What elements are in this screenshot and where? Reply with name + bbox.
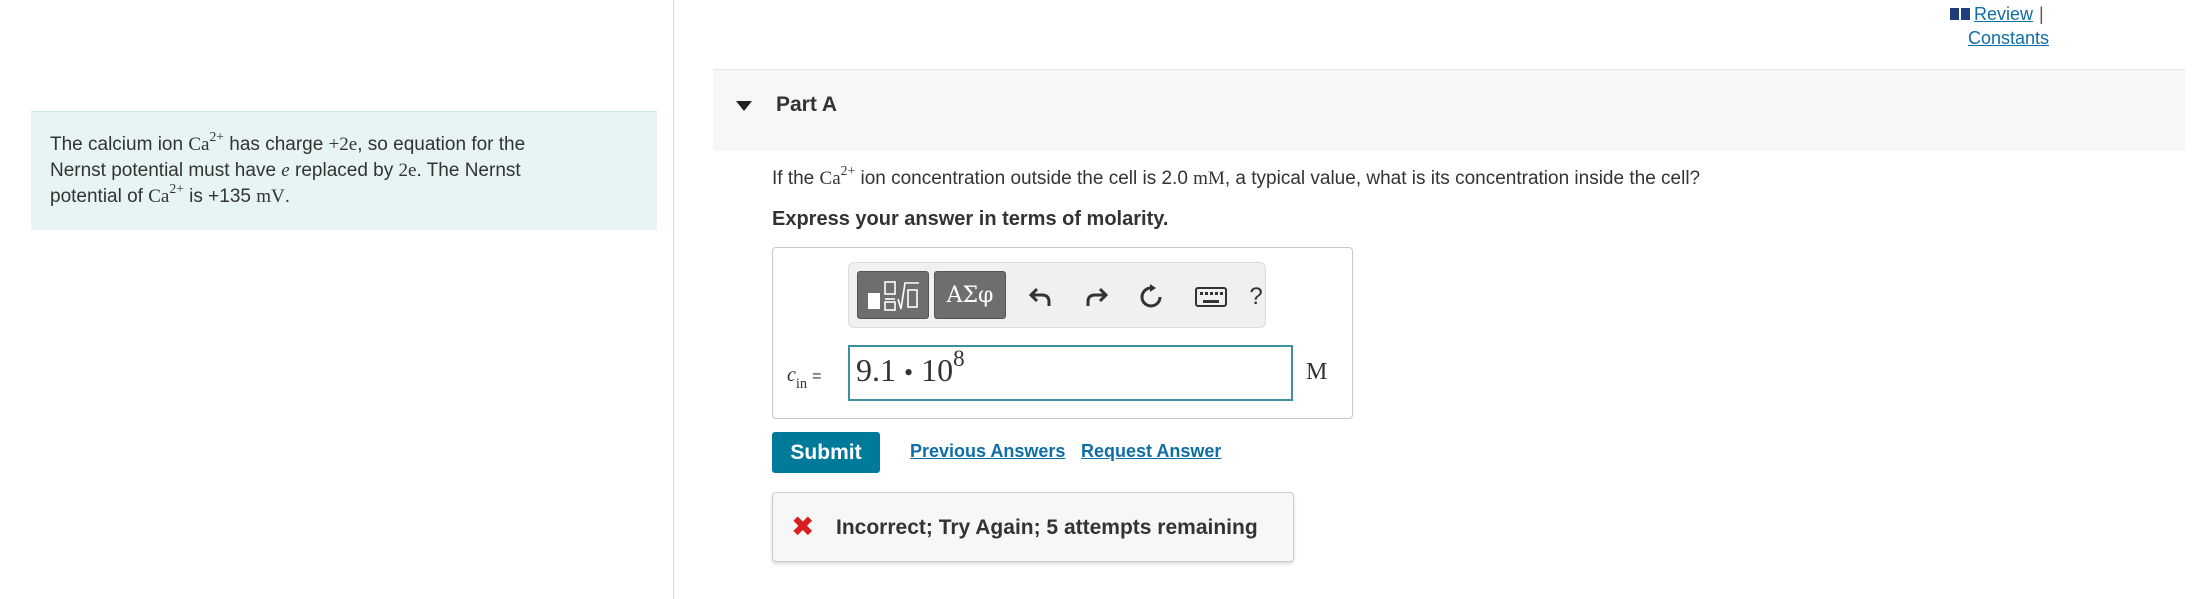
hint-line-3: potential of Ca2+ is +135 mV. — [50, 180, 291, 207]
multiply-dot: • — [904, 358, 914, 387]
feedback-text: Incorrect; Try Again; 5 attempts remaini… — [836, 516, 1258, 539]
keyboard-icon — [1195, 287, 1227, 307]
templates-icon — [868, 281, 919, 311]
feedback-box: ✖ Incorrect; Try Again; 5 attempts remai… — [772, 492, 1294, 562]
hint-line-2: Nernst potential must have e replaced by… — [50, 160, 521, 181]
review-link[interactable]: Review — [1974, 2, 2033, 26]
keyboard-button[interactable] — [1194, 283, 1228, 311]
left-column: The calcium ion Ca2+ has charge +2e, so … — [0, 0, 674, 599]
hint-line-1: The calcium ion Ca2+ has charge +2e, so … — [50, 128, 526, 155]
question-text: If the Ca2+ ion concentration outside th… — [772, 162, 1701, 189]
part-a-header[interactable]: Part A — [713, 69, 2185, 151]
top-links: Review | Constants — [1950, 2, 2080, 50]
submit-button[interactable]: Submit — [772, 432, 880, 473]
request-answer-link[interactable]: Request Answer — [1081, 441, 1221, 462]
answer-unit: M — [1306, 359, 1328, 385]
reset-icon — [1140, 284, 1162, 308]
calcium-ion-symbol: Ca2+ — [819, 162, 856, 189]
answer-box: ΑΣφ ? cin = 9.1 • 108 M — [772, 247, 1353, 419]
undo-icon — [1028, 287, 1051, 306]
answer-input[interactable]: 9.1 • 108 — [848, 345, 1293, 401]
templates-button[interactable] — [857, 271, 929, 319]
answer-instruction: Express your answer in terms of molarity… — [772, 208, 1169, 230]
redo-icon — [1086, 287, 1109, 306]
calcium-ion-symbol: Ca2+ — [148, 180, 184, 207]
undo-button[interactable] — [1027, 283, 1055, 311]
answer-base: 10 — [921, 352, 954, 388]
incorrect-x-icon: ✖ — [791, 510, 815, 543]
greek-symbols-button[interactable]: ΑΣφ — [934, 271, 1006, 319]
redo-button[interactable] — [1082, 283, 1110, 311]
constants-link[interactable]: Constants — [1968, 26, 2080, 50]
math-toolbar: ΑΣφ ? — [848, 262, 1266, 328]
book-icon — [1950, 8, 1970, 20]
review-row: Review | — [1950, 2, 2080, 26]
part-title: Part A — [776, 93, 838, 116]
answer-exponent: 8 — [953, 344, 965, 371]
collapse-caret-icon[interactable] — [736, 101, 752, 111]
answer-mantissa: 9.1 — [856, 352, 896, 388]
charge-value: +2e — [328, 134, 358, 155]
calcium-ion-symbol: Ca2+ — [188, 128, 224, 155]
variable-label: cin = — [787, 364, 822, 393]
previous-answers-link[interactable]: Previous Answers — [910, 441, 1065, 462]
hint-box: The calcium ion Ca2+ has charge +2e, so … — [31, 111, 657, 230]
reset-button[interactable] — [1137, 283, 1165, 311]
help-button[interactable]: ? — [1242, 283, 1270, 311]
link-separator: | — [2039, 4, 2044, 24]
